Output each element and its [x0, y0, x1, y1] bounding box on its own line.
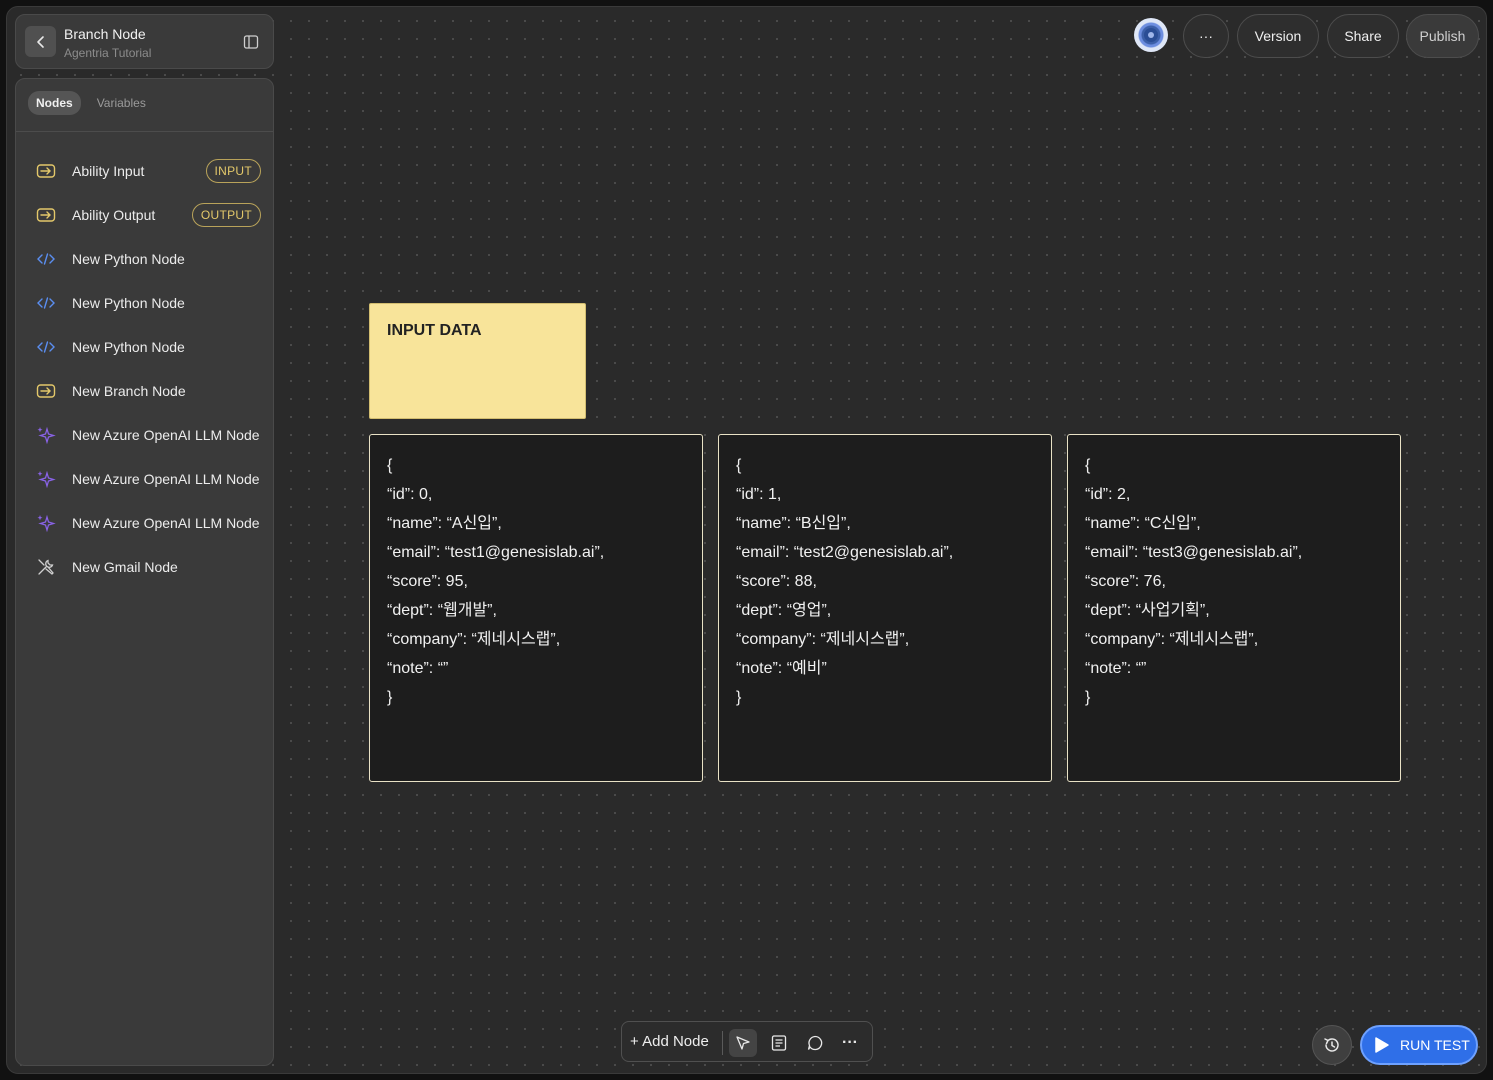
- page-title: Branch Node: [64, 26, 146, 42]
- back-button[interactable]: [25, 26, 56, 57]
- json-line: “email”: “test3@genesislab.ai”,: [1085, 544, 1303, 561]
- json-line: “dept”: “사업기획”,: [1085, 602, 1210, 619]
- json-line: “id”: 2,: [1085, 486, 1131, 503]
- json-line: }: [1085, 689, 1091, 706]
- json-card[interactable]: { “id”: 1, “name”: “B신입”, “email”: “test…: [718, 434, 1052, 782]
- tab-nodes[interactable]: Nodes: [28, 91, 81, 115]
- login-arrow-icon: [36, 205, 56, 225]
- json-line: “score”: 76,: [1085, 573, 1166, 590]
- sidebar-item-label: New Python Node: [72, 339, 185, 355]
- sparkle-icon: [36, 513, 56, 533]
- json-line: “name”: “B신입”,: [736, 515, 851, 532]
- json-line: “note”: “”: [1085, 660, 1147, 677]
- sidebar-item-label: New Branch Node: [72, 383, 186, 399]
- chat-bubble-icon: [807, 1035, 823, 1051]
- more-button[interactable]: ···: [1183, 14, 1229, 58]
- tab-variables[interactable]: Variables: [89, 91, 154, 115]
- history-icon: [1324, 1038, 1339, 1052]
- sticky-note-title: INPUT DATA: [387, 322, 482, 339]
- login-arrow-icon: [36, 161, 56, 181]
- json-line: “score”: 95,: [387, 573, 468, 590]
- output-badge: OUTPUT: [191, 203, 261, 227]
- input-badge: INPUT: [205, 159, 261, 183]
- sidebar-item-label: New Gmail Node: [72, 559, 178, 575]
- sticky-note[interactable]: INPUT DATA: [369, 303, 586, 419]
- sidebar-item-label: New Azure OpenAI LLM Node: [72, 427, 260, 443]
- sidebar-item-label: New Azure OpenAI LLM Node: [72, 515, 260, 531]
- sidebar-item-python-node[interactable]: New Python Node: [16, 237, 273, 281]
- sidebar-item-ability-input[interactable]: Ability Input INPUT: [16, 149, 273, 193]
- cursor-icon: [736, 1036, 750, 1050]
- add-node-button[interactable]: + Add Node: [630, 1033, 709, 1050]
- json-line: “company”: “제네시스랩”,: [387, 631, 561, 648]
- publish-button[interactable]: Publish: [1406, 14, 1479, 58]
- play-icon: [1375, 1037, 1389, 1053]
- divider: [16, 131, 273, 132]
- code-icon: [36, 249, 56, 269]
- json-line: “note”: “예비”: [736, 660, 827, 677]
- gear-icon: [1144, 28, 1158, 42]
- history-button[interactable]: [1312, 1025, 1352, 1065]
- more-tools-button[interactable]: ···: [836, 1029, 864, 1057]
- node-list: Ability Input INPUT Ability Output OUTPU…: [16, 149, 273, 589]
- json-line: {: [1085, 457, 1091, 474]
- sidebar-item-gmail-node[interactable]: New Gmail Node: [16, 545, 273, 589]
- code-icon: [36, 337, 56, 357]
- sidebar-item-python-node[interactable]: New Python Node: [16, 281, 273, 325]
- sidebar-item-label: New Python Node: [72, 251, 185, 267]
- sparkle-icon: [36, 469, 56, 489]
- document-icon: [771, 1035, 787, 1051]
- json-line: “company”: “제네시스랩”,: [736, 631, 910, 648]
- canvas-toolbar: + Add Node ···: [621, 1021, 873, 1062]
- code-icon: [36, 293, 56, 313]
- tools-icon: [36, 557, 56, 577]
- comment-tool-button[interactable]: [801, 1029, 829, 1057]
- sparkle-icon: [36, 425, 56, 445]
- share-button[interactable]: Share: [1327, 14, 1399, 58]
- sidebar-tabs: Nodes Variables: [28, 91, 154, 115]
- sidebar-item-branch-node[interactable]: New Branch Node: [16, 369, 273, 413]
- json-line: “note”: “”: [387, 660, 449, 677]
- ability-header: Branch Node Agentria Tutorial: [15, 14, 274, 69]
- json-line: “email”: “test2@genesislab.ai”,: [736, 544, 954, 561]
- sidebar-item-llm-node[interactable]: New Azure OpenAI LLM Node: [16, 501, 273, 545]
- pointer-tool-button[interactable]: [729, 1029, 757, 1057]
- json-line: “company”: “제네시스랩”,: [1085, 631, 1259, 648]
- node-sidebar: Nodes Variables Ability Input INPUT Abil…: [15, 78, 274, 1066]
- json-line: “name”: “A신입”,: [387, 515, 502, 532]
- sidebar-item-python-node[interactable]: New Python Node: [16, 325, 273, 369]
- json-line: }: [387, 689, 393, 706]
- json-line: “id”: 1,: [736, 486, 782, 503]
- sidebar-item-label: New Azure OpenAI LLM Node: [72, 471, 260, 487]
- run-test-label: RUN TEST: [1400, 1037, 1470, 1053]
- sidebar-toggle-icon[interactable]: [243, 34, 259, 50]
- json-line: “name”: “C신입”,: [1085, 515, 1201, 532]
- note-tool-button[interactable]: [765, 1029, 793, 1057]
- json-line: “score”: 88,: [736, 573, 817, 590]
- toolbar-divider: [722, 1031, 723, 1055]
- version-button[interactable]: Version: [1237, 14, 1319, 58]
- run-test-button[interactable]: RUN TEST: [1360, 1025, 1478, 1065]
- sidebar-item-llm-node[interactable]: New Azure OpenAI LLM Node: [16, 413, 273, 457]
- json-line: }: [736, 689, 742, 706]
- json-card[interactable]: { “id”: 2, “name”: “C신입”, “email”: “test…: [1067, 434, 1401, 782]
- sidebar-item-label: Ability Input: [72, 163, 145, 179]
- page-subtitle: Agentria Tutorial: [64, 46, 152, 60]
- json-line: “dept”: “웹개발”,: [387, 602, 497, 619]
- chevron-left-icon: [36, 35, 44, 48]
- app-window: Branch Node Agentria Tutorial Nodes Vari…: [6, 6, 1487, 1074]
- sidebar-item-label: New Python Node: [72, 295, 185, 311]
- json-card[interactable]: { “id”: 0, “name”: “A신입”, “email”: “test…: [369, 434, 703, 782]
- sidebar-item-label: Ability Output: [72, 207, 156, 223]
- sidebar-item-ability-output[interactable]: Ability Output OUTPUT: [16, 193, 273, 237]
- json-line: “dept”: “영업”,: [736, 602, 832, 619]
- login-arrow-icon: [36, 381, 56, 401]
- avatar[interactable]: [1134, 18, 1168, 52]
- json-line: {: [387, 457, 393, 474]
- sidebar-item-llm-node[interactable]: New Azure OpenAI LLM Node: [16, 457, 273, 501]
- json-line: {: [736, 457, 742, 474]
- json-line: “id”: 0,: [387, 486, 433, 503]
- json-line: “email”: “test1@genesislab.ai”,: [387, 544, 605, 561]
